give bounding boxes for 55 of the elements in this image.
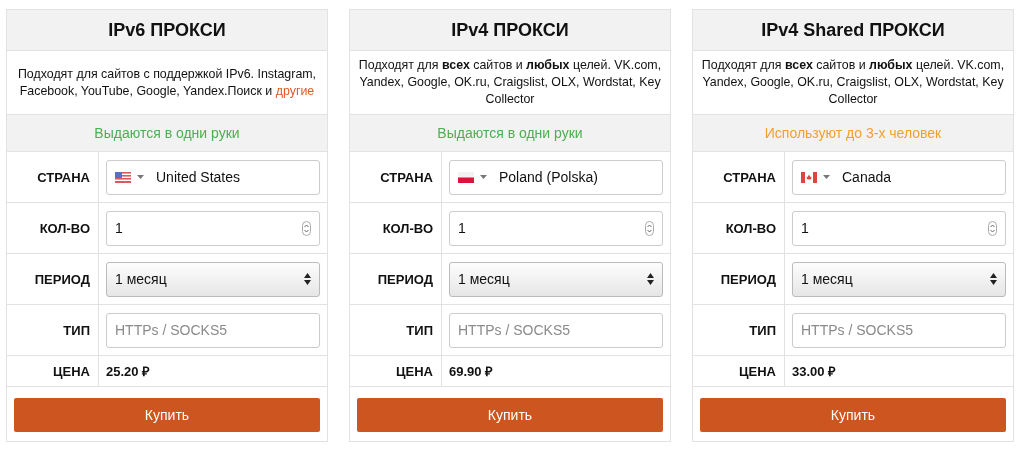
buy-button[interactable]: Купить bbox=[700, 398, 1006, 432]
caret-icon bbox=[823, 175, 830, 179]
spinner-icon bbox=[988, 220, 997, 236]
field-label: СТРАНА bbox=[37, 169, 90, 185]
field-label: ПЕРИОД bbox=[34, 271, 90, 287]
field-label: ТИП bbox=[749, 322, 776, 338]
card-title: IPv4 ПРОКСИ bbox=[350, 10, 670, 51]
card-description: Подходят для сайтов с поддержкой IPv6. Instagram, Facebook, YouTube, Google, Yandex.Поиск и другие bbox=[16, 65, 318, 100]
field-label: СТРАНА bbox=[380, 169, 433, 185]
flag-icon bbox=[115, 171, 131, 183]
spinner-icon bbox=[302, 220, 311, 236]
period-select[interactable]: 1 месяц bbox=[106, 261, 320, 297]
updown-icon bbox=[647, 273, 654, 285]
price-value: 69.90 ₽ bbox=[449, 363, 494, 380]
card-description: Подходят для всех сайтов и любых целей. VK.com, Yandex, Google, OK.ru, Craigslist, OLX, Wordstat, Key Collector bbox=[700, 57, 1006, 108]
card-title: IPv4 Shared ПРОКСИ bbox=[693, 10, 1013, 51]
country-select[interactable]: Canada bbox=[792, 159, 1006, 195]
period-select[interactable]: 1 месяц bbox=[792, 261, 1006, 297]
field-label: СТРАНА bbox=[723, 169, 776, 185]
country-select[interactable]: Poland (Polska) bbox=[449, 159, 663, 195]
field-label: ПЕРИОД bbox=[720, 271, 776, 287]
price-value: 33.00 ₽ bbox=[792, 363, 837, 380]
card-description: Подходят для всех сайтов и любых целей. VK.com, Yandex, Google, OK.ru, Craigslist, OLX, Wordstat, Key Collector bbox=[357, 57, 663, 108]
field-label: ЦЕНА bbox=[739, 363, 776, 379]
usage-note: Выдаются в одни руки bbox=[7, 115, 327, 152]
buy-button[interactable]: Купить bbox=[14, 398, 320, 432]
caret-icon bbox=[480, 175, 487, 179]
field-label: КОЛ-ВО bbox=[725, 220, 776, 236]
flag-icon bbox=[458, 171, 474, 183]
quantity-field[interactable]: 1 bbox=[106, 210, 320, 246]
spinner-icon bbox=[645, 220, 654, 236]
type-field[interactable]: HTTPs / SOCKS5 bbox=[792, 312, 1006, 348]
field-label: КОЛ-ВО bbox=[39, 220, 90, 236]
buy-button[interactable]: Купить bbox=[357, 398, 663, 432]
field-label: ТИП bbox=[63, 322, 90, 338]
type-field[interactable]: HTTPs / SOCKS5 bbox=[106, 312, 320, 348]
quantity-field[interactable]: 1 bbox=[792, 210, 1006, 246]
updown-icon bbox=[304, 273, 311, 285]
price-value: 25.20 ₽ bbox=[106, 363, 151, 380]
field-label: ПЕРИОД bbox=[377, 271, 433, 287]
field-label: ЦЕНА bbox=[396, 363, 433, 379]
caret-icon bbox=[137, 175, 144, 179]
more-link[interactable]: другие bbox=[275, 83, 315, 98]
usage-note: Выдаются в одни руки bbox=[350, 115, 670, 152]
country-select[interactable]: United States bbox=[106, 159, 320, 195]
usage-note: Используют до 3-х человек bbox=[693, 115, 1013, 152]
type-field[interactable]: HTTPs / SOCKS5 bbox=[449, 312, 663, 348]
field-label: ТИП bbox=[406, 322, 433, 338]
updown-icon bbox=[990, 273, 997, 285]
period-select[interactable]: 1 месяц bbox=[449, 261, 663, 297]
quantity-field[interactable]: 1 bbox=[449, 210, 663, 246]
field-label: ЦЕНА bbox=[53, 363, 90, 379]
flag-icon bbox=[801, 171, 817, 183]
field-label: КОЛ-ВО bbox=[382, 220, 433, 236]
card-title: IPv6 ПРОКСИ bbox=[7, 10, 327, 51]
